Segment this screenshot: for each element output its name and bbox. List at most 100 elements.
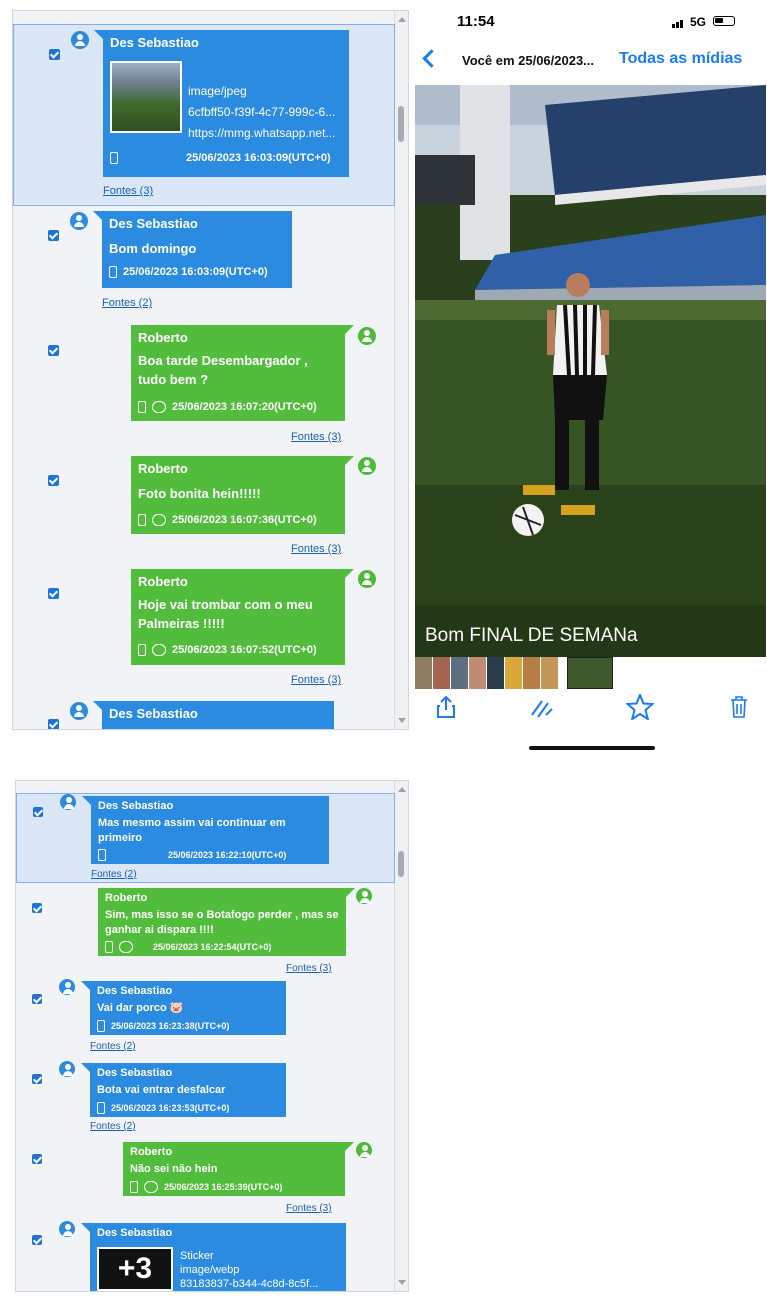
message-bubble[interactable]: Des Sebastiao Vai dar porco 🐷 25/06/2023… [81,981,286,1035]
message-bubble[interactable]: Des Sebastiao +3 Sticker image/webp 8318… [81,1223,346,1291]
timestamp: 25/06/2023 16:22:10(UTC+0) [168,850,287,860]
message-checkbox[interactable] [48,475,59,486]
avatar-icon [59,979,75,995]
message-row[interactable]: Des Sebastiao Vai dar porco 🐷 25/06/2023… [16,979,395,1057]
phone-icon [138,514,146,526]
sticker-image[interactable]: +3 [97,1247,173,1291]
message-row[interactable]: Des Sebastiao +3 Sticker image/webp 8318… [16,1221,395,1291]
nav-title: Você em 25/06/2023... [462,53,595,68]
message-text: Foto bonita hein!!!!! [138,486,261,501]
message-bubble[interactable]: Roberto Não sei não hein 25/06/2023 16:2… [123,1142,354,1196]
all-media-button[interactable]: Todas as mídias [619,50,742,68]
sender-name: Des Sebastiao [109,706,198,721]
message-checkbox[interactable] [32,994,42,1004]
message-checkbox[interactable] [32,1074,42,1084]
message-row[interactable]: Roberto Hoje vai trombar com o meu Palme… [13,566,395,696]
thumbnail-strip[interactable] [415,657,766,689]
scrollbar[interactable] [394,781,408,1291]
phone-icon [138,401,146,413]
star-icon[interactable] [624,692,656,725]
message-text: Mas mesmo assim vai continuar em primeir… [98,817,286,844]
home-indicator [529,746,655,750]
message-meta: 25/06/2023 16:03:09(UTC+0) [110,152,331,164]
message-row[interactable]: Roberto Sim, mas isso se o Botafogo perd… [16,885,395,975]
message-row[interactable]: Roberto Não sei não hein 25/06/2023 16:2… [16,1139,395,1219]
fontes-link[interactable]: Fontes (2) [90,1041,136,1052]
message-checkbox[interactable] [48,588,59,599]
share-icon[interactable] [436,695,456,724]
phone-icon [105,941,113,953]
timestamp: 25/06/2023 16:03:09(UTC+0) [186,152,331,164]
group-icon [119,941,133,953]
message-bubble[interactable]: Des Sebastiao Mas mesmo assim vai contin… [82,796,329,864]
photo-viewer[interactable]: Bom FINAL DE SEMANa [415,85,766,657]
message-bubble[interactable]: Des Sebastiao image/jpeg 6cfbff50-f39f-4… [94,30,349,177]
scroll-thumb[interactable] [398,851,404,877]
message-meta: 25/06/2023 16:03:09(UTC+0) [109,266,268,278]
message-row[interactable]: Roberto Foto bonita hein!!!!! 25/06/2023… [13,453,395,565]
scroll-thumb[interactable] [398,106,404,142]
message-bubble[interactable]: Roberto Sim, mas isso se o Botafogo perd… [98,888,355,956]
message-checkbox[interactable] [48,345,59,356]
group-icon [152,644,166,656]
battery-icon [713,16,735,26]
timestamp: 25/06/2023 16:22:54(UTC+0) [153,942,272,952]
message-text: Boa tarde Desembargador , tudo bem ? [138,353,308,387]
message-checkbox[interactable] [32,1154,42,1164]
fontes-link[interactable]: Fontes (2) [102,297,152,309]
scrollbar[interactable] [394,11,408,729]
sender-name: Des Sebastiao [97,1067,173,1079]
message-text: Bota vai entrar desfalcar [97,1084,226,1096]
sender-name: Des Sebastiao [97,1227,173,1239]
message-checkbox[interactable] [32,903,42,913]
sender-name: Roberto [105,892,148,904]
timestamp: 25/06/2023 16:07:20(UTC+0) [172,401,317,413]
message-meta: 25/06/2023 16:25:39(UTC+0) [130,1181,282,1193]
message-checkbox[interactable] [32,1235,42,1245]
message-row[interactable]: Des Sebastiao Bom domingo 25/06/2023 16:… [13,209,395,317]
scroll-up-arrow[interactable] [398,17,406,22]
fontes-link[interactable]: Fontes (3) [103,185,153,197]
back-chevron-icon[interactable] [422,49,441,68]
message-row[interactable]: Des Sebastiao Mas mesmo assim vai contin… [16,793,395,883]
image-thumbnail[interactable] [110,61,182,133]
markup-icon[interactable] [530,697,554,724]
message-checkbox[interactable] [48,230,59,241]
message-bubble[interactable]: Roberto Boa tarde Desembargador , tudo b… [131,325,354,421]
scroll-down-arrow[interactable] [398,1280,406,1285]
message-bubble[interactable]: Roberto Hoje vai trombar com o meu Palme… [131,569,354,665]
message-bubble[interactable]: Des Sebastiao [93,701,334,729]
message-row[interactable]: Des Sebastiao image/jpeg 6cfbff50-f39f-4… [13,24,395,206]
message-row[interactable]: Des Sebastiao Bota vai entrar desfalcar … [16,1061,395,1139]
message-bubble[interactable]: Roberto Foto bonita hein!!!!! 25/06/2023… [131,456,354,534]
message-row[interactable]: Roberto Boa tarde Desembargador , tudo b… [13,321,395,451]
photo-caption: Bom FINAL DE SEMANa [425,625,638,646]
message-checkbox[interactable] [48,719,59,729]
fontes-link[interactable]: Fontes (3) [286,1203,332,1214]
fontes-link[interactable]: Fontes (3) [286,963,332,974]
fontes-link[interactable]: Fontes (2) [91,869,137,880]
trash-icon[interactable] [730,696,748,723]
avatar-icon [356,888,372,904]
message-checkbox[interactable] [33,807,43,817]
phone-icon [110,152,118,164]
message-row[interactable]: Des Sebastiao [13,699,395,729]
message-bubble[interactable]: Des Sebastiao Bom domingo 25/06/2023 16:… [93,211,292,288]
chat-panel-bottom: Des Sebastiao Mas mesmo assim vai contin… [15,780,409,1292]
attachment-format: image/webp [180,1264,240,1276]
message-meta: 25/06/2023 16:22:10(UTC+0) [98,849,286,861]
message-meta: 25/06/2023 16:07:20(UTC+0) [138,401,317,413]
chat-panel-top: Des Sebastiao image/jpeg 6cfbff50-f39f-4… [12,10,409,730]
avatar-icon [356,1142,372,1158]
message-checkbox[interactable] [49,49,60,60]
fontes-link[interactable]: Fontes (3) [291,543,341,555]
timestamp: 25/06/2023 16:07:52(UTC+0) [172,644,317,656]
fontes-link[interactable]: Fontes (2) [90,1121,136,1132]
scroll-up-arrow[interactable] [398,787,406,792]
message-bubble[interactable]: Des Sebastiao Bota vai entrar desfalcar … [81,1063,286,1117]
phone-icon [109,266,117,278]
fontes-link[interactable]: Fontes (3) [291,674,341,686]
fontes-link[interactable]: Fontes (3) [291,431,341,443]
scroll-down-arrow[interactable] [398,718,406,723]
attachment-id: 83183837-b344-4c8d-8c5f... [180,1278,319,1290]
